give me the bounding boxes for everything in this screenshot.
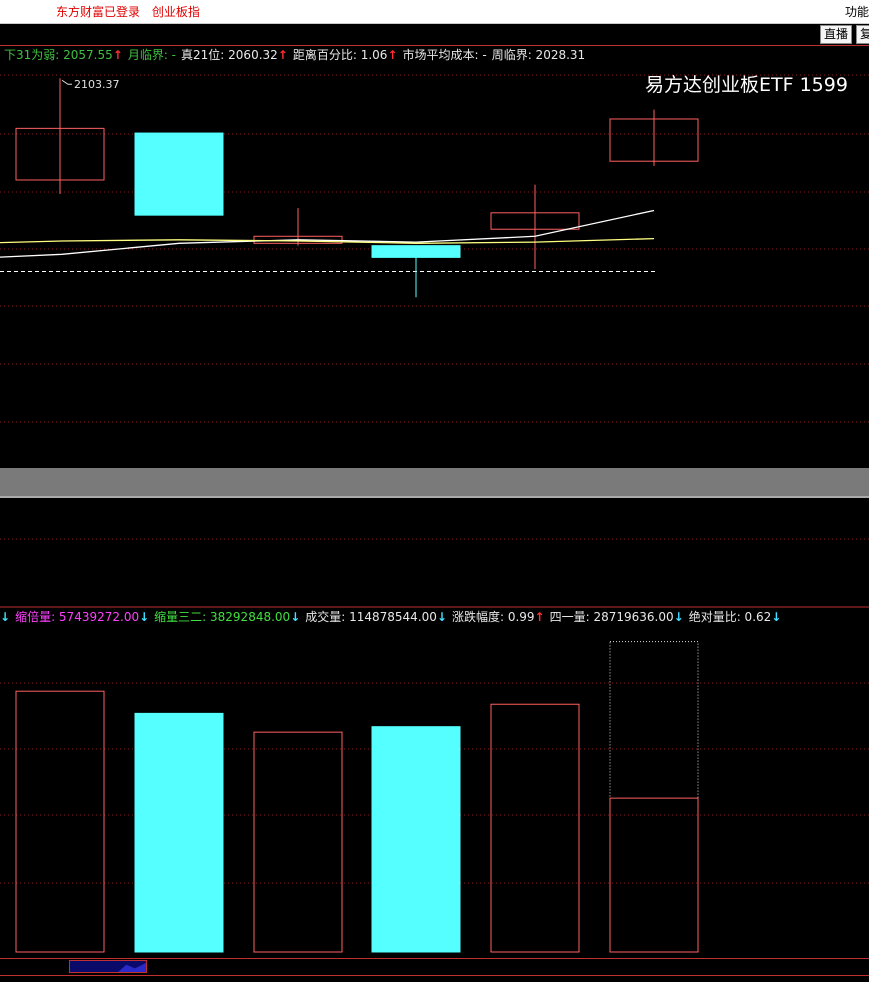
arrow-down-icon: ↓ <box>0 610 11 624</box>
function-menu[interactable]: 功能 <box>845 3 869 20</box>
arrow-down-icon: ↓ <box>290 610 301 624</box>
arrow-up-icon: ↑ <box>534 610 545 624</box>
volume-bar <box>490 703 580 953</box>
arrow-down-icon: ↓ <box>139 610 150 624</box>
indicator-pane <box>0 538 869 608</box>
volume-indicator-label: 绝对量比: 0.62 <box>688 610 772 624</box>
live-button[interactable]: 直播 <box>820 25 853 44</box>
chart-toolbar: 直播 复 <box>0 24 869 46</box>
volume-bar <box>134 712 224 953</box>
volume-bar-chart[interactable] <box>0 626 869 956</box>
price-candlestick-chart[interactable]: 2103.37 <box>0 46 869 466</box>
top-status-bar: 东方财富已登录 创业板指 功能 <box>0 0 869 24</box>
volume-outline-bar <box>609 641 699 953</box>
replay-button[interactable]: 复 <box>856 25 869 44</box>
volume-indicator-label: 成交量: 114878544.00 <box>305 610 437 624</box>
high-annotation: 2103.37 <box>74 78 120 91</box>
arrow-down-icon: ↓ <box>771 610 782 624</box>
candle-body <box>134 132 224 216</box>
volume-indicator-3: 成交量: 114878544.00↓ <box>305 610 447 624</box>
candle-body <box>371 245 461 258</box>
volume-indicator-2: 缩量三二: 38292848.00↓ <box>154 610 300 624</box>
time-scrollbar[interactable] <box>0 958 869 976</box>
volume-indicator-label: 涨跌幅度: 0.99 <box>451 610 535 624</box>
volume-bar <box>253 731 343 953</box>
volume-bar <box>371 726 461 953</box>
scrollbar-thumb[interactable] <box>69 960 147 973</box>
volume-indicator-label: 缩量三二: 38292848.00 <box>154 610 291 624</box>
pane-separator[interactable] <box>0 468 869 498</box>
ma-line-yellow <box>0 237 655 244</box>
login-status: 东方财富已登录 创业板指 <box>56 3 208 20</box>
index-name[interactable]: 创业板指 <box>152 5 200 19</box>
volume-indicator-4: 涨跌幅度: 0.99↑ <box>452 610 545 624</box>
login-status-text: 东方财富已登录 <box>56 5 141 19</box>
volume-indicator-bar: ↓ 缩倍量: 57439272.00↓ 缩量三二: 38292848.00↓ 成交量:… <box>0 608 786 625</box>
volume-indicator-label: 缩倍量: 57439272.00 <box>15 610 140 624</box>
ma-line-white <box>0 209 655 258</box>
arrow-down-icon: ↓ <box>436 610 447 624</box>
volume-indicator-0: ↓ <box>0 610 10 624</box>
arrow-down-icon: ↓ <box>673 610 684 624</box>
volume-indicator-5: 四一量: 28719636.00↓ <box>550 610 684 624</box>
volume-indicator-label: 四一量: 28719636.00 <box>549 610 674 624</box>
volume-indicator-1: 缩倍量: 57439272.00↓ <box>15 610 149 624</box>
volume-bar <box>15 690 105 953</box>
volume-bar <box>609 797 699 953</box>
high-marker <box>61 79 72 85</box>
volume-indicator-6: 绝对量比: 0.62↓ <box>689 610 782 624</box>
